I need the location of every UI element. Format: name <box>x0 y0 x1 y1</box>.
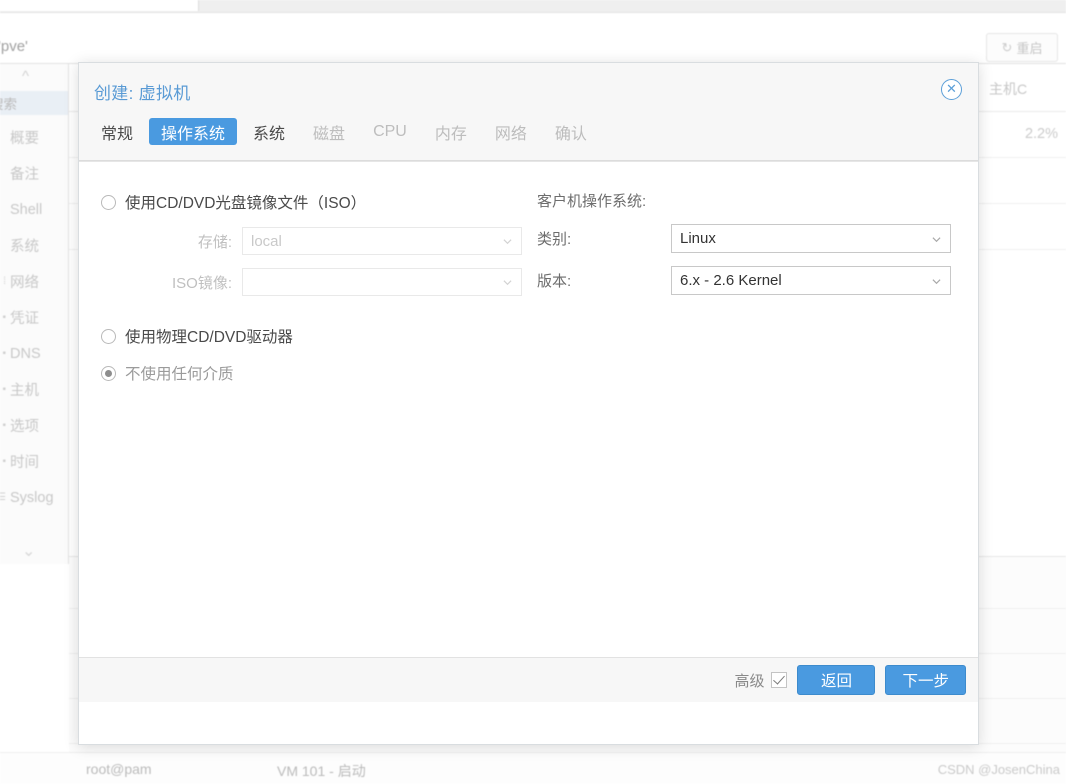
no-media-radio-label: 不使用任何介质 <box>125 366 234 383</box>
sidebar-item-label: 系统 <box>10 239 39 255</box>
storage-label: 存储: <box>197 233 232 251</box>
tab-memory: 内存 <box>434 125 467 143</box>
sidebar-item-label: 凭证 <box>10 311 39 327</box>
sidebar-item-label: 主机 <box>10 383 39 399</box>
chevron-down-icon <box>503 278 512 287</box>
sidebar-item-label: 时间 <box>10 455 39 471</box>
create-vm-dialog: 创建: 虚拟机 ✕ 常规 操作系统 系统 磁盘 CPU 内存 网络 确认 使用C… <box>78 62 979 745</box>
watermark: CSDN @JosenChina <box>937 762 1060 777</box>
refresh-icon: ↻ <box>1001 39 1013 55</box>
sidebar: ^ 搜索 概要 备注 Shell 系统 ⁞ 网络 ▪ 凭证 ▪ DNS ▪ 主机 ▪ 选项… <box>0 64 69 564</box>
sidebar-item-time[interactable]: ▪ 时间 <box>0 444 68 479</box>
sidebar-item-label: 概要 <box>10 131 39 147</box>
tab-disks: 磁盘 <box>313 125 346 143</box>
advanced-checkbox[interactable] <box>771 672 788 688</box>
dialog-header: 创建: 虚拟机 ✕ <box>79 63 978 118</box>
iso-radio-button[interactable] <box>101 194 116 210</box>
table-column-header: 主机C <box>989 81 1028 97</box>
sidebar-item-hosts[interactable]: ▪ 主机 <box>0 372 68 407</box>
iso-radio-label: 使用CD/DVD光盘镜像文件（ISO） <box>125 195 367 212</box>
physical-drive-radio-label: 使用物理CD/DVD驱动器 <box>125 329 293 346</box>
iso-image-label: ISO镜像: <box>171 274 232 292</box>
advanced-toggle-group[interactable]: 高级 <box>734 670 788 691</box>
chevron-down-icon <box>932 277 941 286</box>
tab-confirm: 确认 <box>554 125 587 143</box>
tab-cpu: CPU <box>373 122 407 140</box>
chevron-down-icon[interactable]: ⌄ <box>22 541 35 561</box>
advanced-label: 高级 <box>734 672 765 690</box>
sidebar-item-label: 网络 <box>10 275 39 291</box>
search-input-placeholder: 搜索 <box>0 97 17 112</box>
os-version-value: 6.x - 2.6 Kernel <box>680 272 782 289</box>
sidebar-item-shell[interactable]: Shell <box>0 192 68 227</box>
media-source-column: 使用CD/DVD光盘镜像文件（ISO） 存储: local ISO镜像: 使用物… <box>101 190 541 385</box>
no-media-radio-button[interactable] <box>101 365 116 381</box>
os-version-label: 版本: <box>537 273 572 290</box>
table-cell-cpu: 2.2% <box>1024 126 1058 142</box>
chevron-up-icon[interactable]: ^ <box>22 68 29 85</box>
physical-drive-radio-row[interactable]: 使用物理CD/DVD驱动器 <box>101 324 541 348</box>
sidebar-item-options[interactable]: ▪ 选项 <box>0 408 68 443</box>
status-bar: root@pam VM 101 - 启动 CSDN @JosenChina <box>0 752 1066 784</box>
dialog-footer: 高级 返回 下一步 <box>79 657 978 702</box>
options-icon: ▪ <box>2 420 6 431</box>
sidebar-item-label: Shell <box>10 201 43 218</box>
clock-icon: ▪ <box>2 456 6 467</box>
tab-network: 网络 <box>494 125 527 143</box>
iso-image-select <box>242 268 522 296</box>
hosts-icon: ▪ <box>2 384 6 395</box>
no-media-radio-row[interactable]: 不使用任何介质 <box>101 361 541 385</box>
next-button[interactable]: 下一步 <box>885 665 966 695</box>
iso-image-field-row: ISO镜像: <box>101 268 541 296</box>
physical-drive-radio-button[interactable] <box>101 328 116 344</box>
dialog-tab-bar: 常规 操作系统 系统 磁盘 CPU 内存 网络 确认 <box>79 118 978 161</box>
sidebar-item-system[interactable]: 系统 <box>0 228 68 263</box>
certificate-icon: ▪ <box>2 312 6 323</box>
os-type-value: Linux <box>680 230 716 247</box>
sidebar-item-label: 选项 <box>10 419 39 435</box>
sidebar-search[interactable]: 搜索 <box>0 91 68 115</box>
sidebar-item-network[interactable]: ⁞ 网络 <box>0 264 68 299</box>
close-icon[interactable]: ✕ <box>941 79 962 100</box>
network-icon: ⁞ <box>3 276 6 287</box>
storage-value: local <box>251 232 282 250</box>
sidebar-item-syslog[interactable]: ☰ Syslog <box>0 480 68 515</box>
sidebar-item-certificates[interactable]: ▪ 凭证 <box>0 300 68 335</box>
os-type-select[interactable]: Linux <box>671 224 951 253</box>
sidebar-item-label: 备注 <box>10 167 39 183</box>
sidebar-item-label: Syslog <box>10 489 54 506</box>
syslog-icon: ☰ <box>0 492 6 503</box>
iso-radio-row[interactable]: 使用CD/DVD光盘镜像文件（ISO） <box>101 190 541 214</box>
dialog-body: 使用CD/DVD光盘镜像文件（ISO） 存储: local ISO镜像: 使用物… <box>79 161 978 702</box>
app-header: 'pve' ↻ 重启 <box>0 13 1066 64</box>
chevron-down-icon <box>503 237 512 246</box>
os-type-field-row: 类别: Linux <box>537 224 957 253</box>
sidebar-item-dns[interactable]: ▪ DNS <box>0 336 68 371</box>
sidebar-item-summary[interactable]: 概要 <box>0 120 68 155</box>
restart-button[interactable]: ↻ 重启 <box>986 33 1058 62</box>
browser-tab[interactable] <box>0 0 199 11</box>
os-version-select[interactable]: 6.x - 2.6 Kernel <box>671 266 951 295</box>
status-user: root@pam <box>86 761 152 777</box>
dialog-title: 创建: 虚拟机 <box>94 84 191 103</box>
browser-chrome-strip <box>0 0 1066 13</box>
sidebar-item-notes[interactable]: 备注 <box>0 156 68 191</box>
status-task: VM 101 - 启动 <box>277 763 366 779</box>
restart-button-label: 重启 <box>1016 41 1043 56</box>
node-title: 'pve' <box>0 38 28 55</box>
tab-os[interactable]: 操作系统 <box>149 118 238 145</box>
os-type-label: 类别: <box>537 231 572 248</box>
guest-os-section-title: 客户机操作系统: <box>537 193 647 210</box>
storage-select: local <box>242 227 522 255</box>
chevron-down-icon <box>932 235 941 244</box>
back-button[interactable]: 返回 <box>797 665 876 695</box>
tab-system[interactable]: 系统 <box>241 118 297 145</box>
sidebar-item-label: DNS <box>10 345 41 362</box>
storage-field-row: 存储: local <box>101 227 541 255</box>
tab-general[interactable]: 常规 <box>89 118 145 145</box>
dns-icon: ▪ <box>2 348 6 359</box>
guest-os-column: 客户机操作系统: 类别: Linux 版本: 6.x - 2.6 Kernel <box>537 190 957 295</box>
os-version-field-row: 版本: 6.x - 2.6 Kernel <box>537 266 957 295</box>
